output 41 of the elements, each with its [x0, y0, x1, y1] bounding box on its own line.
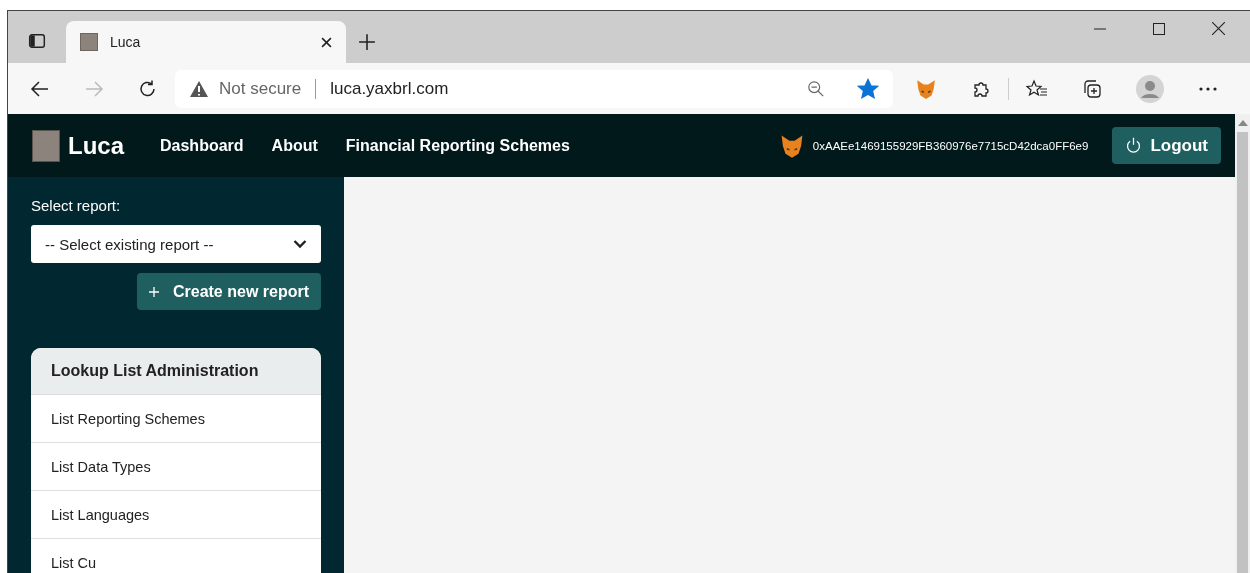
- create-report-button[interactable]: Create new report: [136, 273, 321, 310]
- new-tab-icon[interactable]: [358, 33, 376, 51]
- logout-button[interactable]: Logout: [1112, 127, 1221, 164]
- list-menu-item[interactable]: List Data Types: [31, 443, 321, 491]
- site-favicon-icon: [80, 33, 98, 51]
- nav-link[interactable]: Dashboard: [160, 136, 244, 155]
- zoom-out-icon[interactable]: [807, 79, 825, 98]
- reload-icon[interactable]: [138, 78, 158, 99]
- address-bar[interactable]: Not secure luca.yaxbrl.com: [175, 69, 893, 108]
- scroll-up-arrow-icon[interactable]: [1237, 120, 1248, 126]
- collections-icon[interactable]: [1082, 78, 1102, 99]
- card-title: Lookup List Administration: [31, 348, 321, 395]
- favorites-icon[interactable]: [1026, 78, 1048, 99]
- close-window-icon[interactable]: [1212, 22, 1225, 35]
- list-menu-item[interactable]: List Cu: [31, 539, 321, 573]
- security-label: Not secure: [219, 78, 302, 99]
- warning-icon: [189, 79, 209, 98]
- nav-link[interactable]: Financial Reporting Schemes: [345, 136, 570, 155]
- power-icon: [1125, 137, 1143, 154]
- select-label: Select report:: [31, 197, 122, 214]
- back-arrow-icon[interactable]: [30, 78, 50, 99]
- plus-icon: [148, 286, 159, 297]
- close-tab-icon[interactable]: [321, 36, 332, 48]
- brand-link[interactable]: Luca: [68, 131, 124, 160]
- fox-extension-icon[interactable]: [915, 77, 937, 100]
- nav-link[interactable]: About: [271, 136, 318, 155]
- tab-actions-icon[interactable]: [28, 32, 46, 50]
- account-address: 0xAAEe1469155929FB360976e7715cD42dca0FF6e9: [812, 139, 1089, 152]
- list-menu-item[interactable]: List Languages: [31, 491, 321, 539]
- scrollbar[interactable]: [1235, 114, 1250, 573]
- favorite-star-icon[interactable]: [857, 77, 879, 100]
- chevron-down-icon: [293, 239, 307, 249]
- report-select[interactable]: -- Select existing report --: [31, 225, 321, 263]
- profile-avatar-icon[interactable]: [1136, 74, 1164, 103]
- list-menu-item[interactable]: List Reporting Schemes: [31, 395, 321, 443]
- logo-image-icon: [32, 129, 60, 162]
- browser-tab[interactable]: Luca: [66, 21, 346, 63]
- maximize-icon[interactable]: [1153, 23, 1165, 35]
- tab-title: Luca: [110, 34, 142, 50]
- more-options-icon[interactable]: [1198, 85, 1218, 92]
- url-text: luca.yaxbrl.com: [330, 78, 449, 99]
